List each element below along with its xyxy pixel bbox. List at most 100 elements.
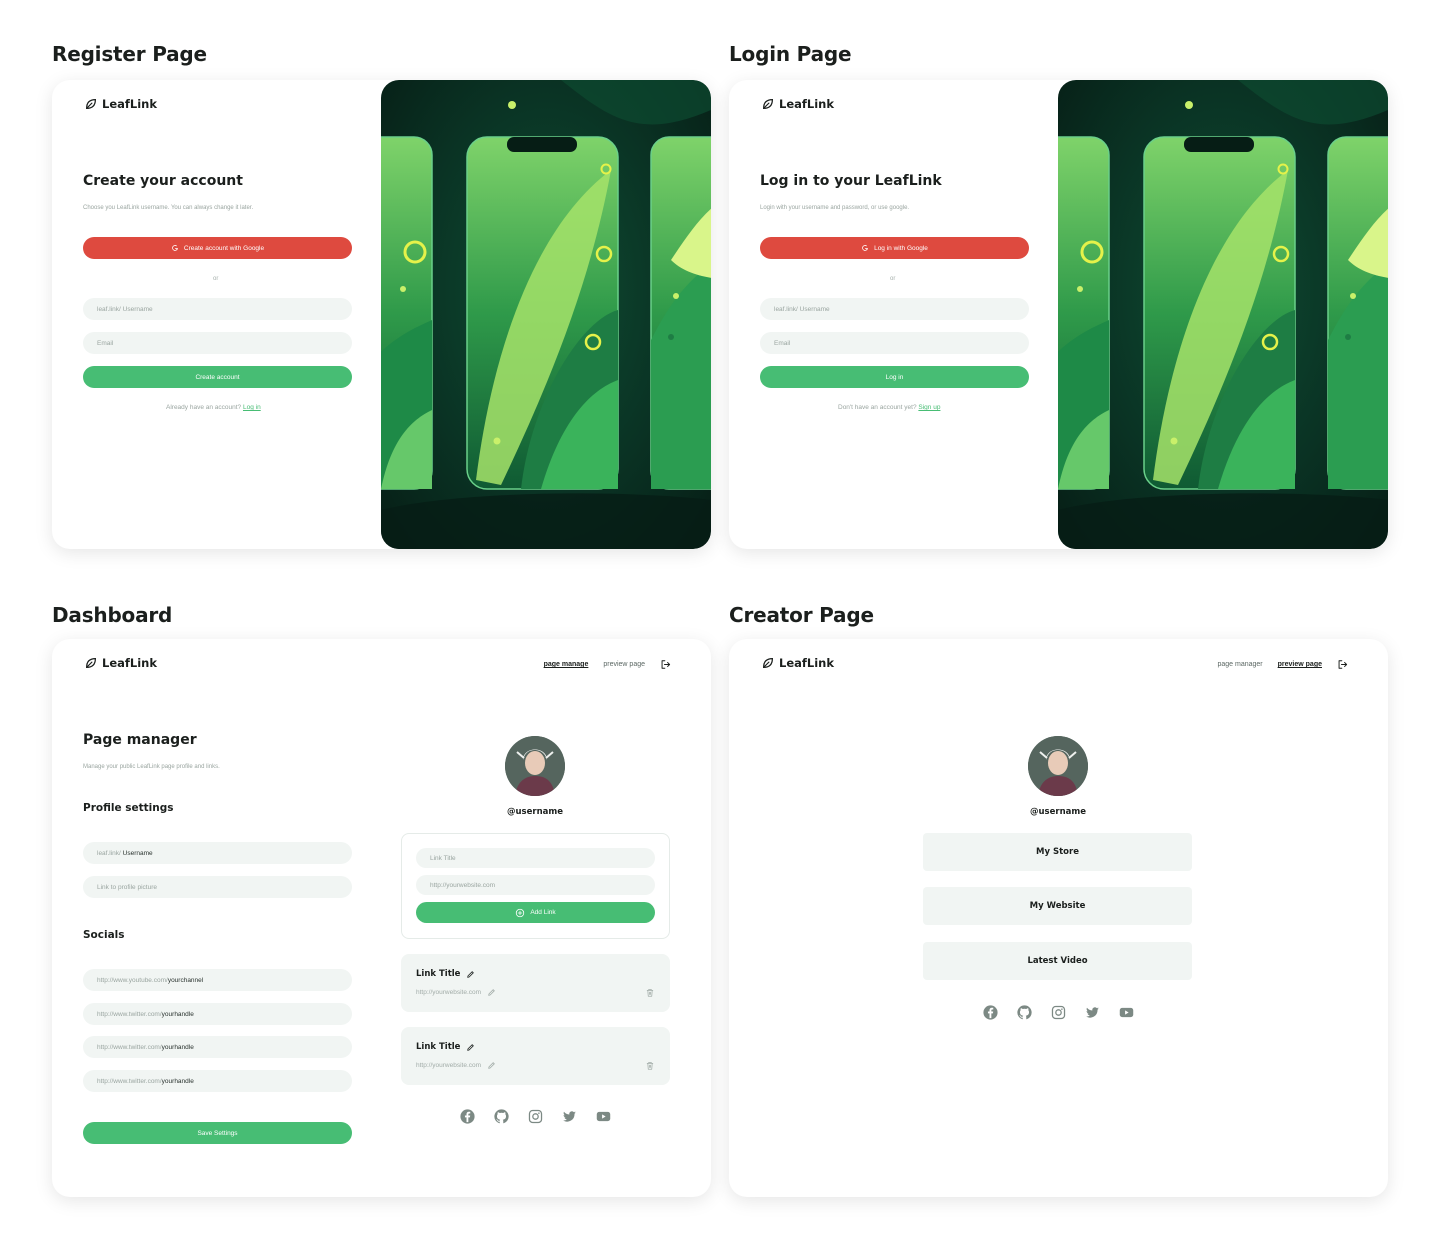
pencil-icon[interactable] bbox=[487, 1061, 496, 1070]
login-link[interactable]: Log in bbox=[243, 404, 261, 411]
pencil-icon[interactable] bbox=[487, 988, 496, 997]
link-url-placeholder: http://yourwebsite.com bbox=[430, 881, 496, 889]
leaf-icon bbox=[761, 656, 775, 670]
username-value: Username bbox=[122, 849, 153, 857]
profile-picture-placeholder: Link to profile picture bbox=[97, 883, 157, 891]
nav-page-manager[interactable]: page manager bbox=[1217, 661, 1262, 668]
leaf-icon bbox=[84, 97, 98, 111]
nav-preview-page[interactable]: preview page bbox=[603, 661, 645, 668]
username-placeholder: leaf.link/ Username bbox=[97, 305, 153, 313]
social-value: yourhandle bbox=[161, 1043, 194, 1051]
username-field[interactable]: leaf.link/ Username bbox=[83, 842, 352, 864]
profile-settings-heading: Profile settings bbox=[83, 802, 174, 814]
creator-link-button[interactable]: My Website bbox=[923, 887, 1192, 925]
email-input[interactable]: Email bbox=[83, 332, 352, 354]
username-display: @username bbox=[1030, 807, 1086, 817]
username-prefix: leaf.link/ bbox=[97, 849, 121, 857]
creator-link-button[interactable]: Latest Video bbox=[923, 942, 1192, 980]
leaf-phones-illustration bbox=[381, 80, 711, 549]
twitter-input[interactable]: http://www.twitter.com/yourhandle bbox=[83, 1036, 352, 1058]
twitter-input[interactable]: http://www.twitter.com/yourhandle bbox=[83, 1003, 352, 1025]
nav-page-manager[interactable]: page manage bbox=[544, 661, 589, 668]
brand-logo[interactable]: LeafLink bbox=[84, 656, 157, 670]
login-prompt: Already have an account? Log in bbox=[166, 404, 261, 411]
brand-name: LeafLink bbox=[779, 97, 834, 111]
add-link-label: Add Link bbox=[530, 909, 556, 916]
username-input[interactable]: leaf.link/ Username bbox=[83, 298, 352, 320]
username-placeholder: leaf.link/ Username bbox=[774, 305, 830, 313]
twitter-icon[interactable] bbox=[1084, 1004, 1101, 1021]
email-input[interactable]: Email bbox=[760, 332, 1029, 354]
create-account-label: Create account bbox=[195, 373, 240, 381]
logout-icon[interactable] bbox=[1337, 659, 1348, 670]
link-url-text: http://yourwebsite.com bbox=[416, 1062, 482, 1069]
save-settings-button[interactable]: Save Settings bbox=[83, 1122, 352, 1144]
email-placeholder: Email bbox=[774, 339, 791, 347]
google-login-button[interactable]: Log in with Google bbox=[760, 237, 1029, 259]
leaf-icon bbox=[84, 656, 98, 670]
link-title-text: Link Title bbox=[416, 1042, 461, 1052]
twitter-input[interactable]: http://www.twitter.com/yourhandle bbox=[83, 1070, 352, 1092]
social-prefix: http://www.youtube.com/ bbox=[97, 976, 168, 984]
socials-heading: Socials bbox=[83, 929, 125, 941]
save-settings-label: Save Settings bbox=[197, 1129, 238, 1137]
github-icon[interactable] bbox=[1016, 1004, 1033, 1021]
social-value: yourhandle bbox=[161, 1077, 194, 1085]
instagram-icon[interactable] bbox=[1050, 1004, 1067, 1021]
facebook-icon[interactable] bbox=[982, 1004, 999, 1021]
dashboard-section-title: Dashboard bbox=[52, 603, 173, 627]
social-value: yourchannel bbox=[167, 976, 204, 984]
email-placeholder: Email bbox=[97, 339, 114, 347]
login-subtitle: Login with your username and password, o… bbox=[760, 205, 910, 211]
login-prompt-text: Already have an account? bbox=[166, 404, 242, 411]
leaf-icon bbox=[761, 97, 775, 111]
google-signup-button[interactable]: Create account with Google bbox=[83, 237, 352, 259]
link-url-text: http://yourwebsite.com bbox=[416, 989, 482, 996]
instagram-icon[interactable] bbox=[527, 1108, 544, 1125]
link-url-input[interactable]: http://yourwebsite.com bbox=[416, 875, 655, 895]
nav-preview-page[interactable]: preview page bbox=[1278, 661, 1322, 668]
signup-link[interactable]: Sign up bbox=[918, 404, 940, 411]
new-link-form: Link Title http://yourwebsite.com Add Li… bbox=[401, 833, 670, 939]
login-button[interactable]: Log in bbox=[760, 366, 1029, 388]
youtube-icon[interactable] bbox=[595, 1108, 612, 1125]
creator-section-title: Creator Page bbox=[729, 603, 874, 627]
signup-prompt: Don't have an account yet? Sign up bbox=[838, 404, 940, 411]
creator-link-button[interactable]: My Store bbox=[923, 833, 1192, 871]
link-title-input[interactable]: Link Title bbox=[416, 848, 655, 868]
username-input[interactable]: leaf.link/ Username bbox=[760, 298, 1029, 320]
login-section-title: Login Page bbox=[729, 42, 852, 66]
link-title-text: Link Title bbox=[416, 969, 461, 979]
trash-icon[interactable] bbox=[645, 987, 655, 998]
avatar bbox=[1028, 736, 1088, 796]
trash-icon[interactable] bbox=[645, 1060, 655, 1071]
youtube-input[interactable]: http://www.youtube.com/yourchannel bbox=[83, 969, 352, 991]
top-nav: page manager preview page bbox=[1217, 659, 1348, 670]
add-link-button[interactable]: Add Link bbox=[416, 902, 655, 923]
top-nav: page manage preview page bbox=[544, 659, 671, 670]
link-title: Link Title bbox=[416, 969, 475, 979]
pencil-icon[interactable] bbox=[466, 1043, 475, 1052]
register-card: LeafLink Create your account Choose you … bbox=[52, 80, 711, 549]
register-title: Create your account bbox=[83, 173, 243, 189]
link-title-placeholder: Link Title bbox=[430, 854, 456, 862]
register-section-title: Register Page bbox=[52, 42, 207, 66]
register-subtitle: Choose you LeafLink username. You can al… bbox=[83, 205, 254, 211]
profile-picture-input[interactable]: Link to profile picture bbox=[83, 876, 352, 898]
brand-logo[interactable]: LeafLink bbox=[761, 97, 834, 111]
github-icon[interactable] bbox=[493, 1108, 510, 1125]
youtube-icon[interactable] bbox=[1118, 1004, 1135, 1021]
page-title: Page manager bbox=[83, 732, 197, 748]
brand-name: LeafLink bbox=[779, 656, 834, 670]
pencil-icon[interactable] bbox=[466, 970, 475, 979]
logout-icon[interactable] bbox=[660, 659, 671, 670]
facebook-icon[interactable] bbox=[459, 1108, 476, 1125]
social-prefix: http://www.twitter.com/ bbox=[97, 1043, 162, 1051]
link-title: Link Title bbox=[416, 1042, 475, 1052]
twitter-icon[interactable] bbox=[561, 1108, 578, 1125]
brand-logo[interactable]: LeafLink bbox=[84, 97, 157, 111]
avatar bbox=[505, 736, 565, 796]
create-account-button[interactable]: Create account bbox=[83, 366, 352, 388]
google-icon bbox=[171, 244, 179, 252]
brand-logo[interactable]: LeafLink bbox=[761, 656, 834, 670]
